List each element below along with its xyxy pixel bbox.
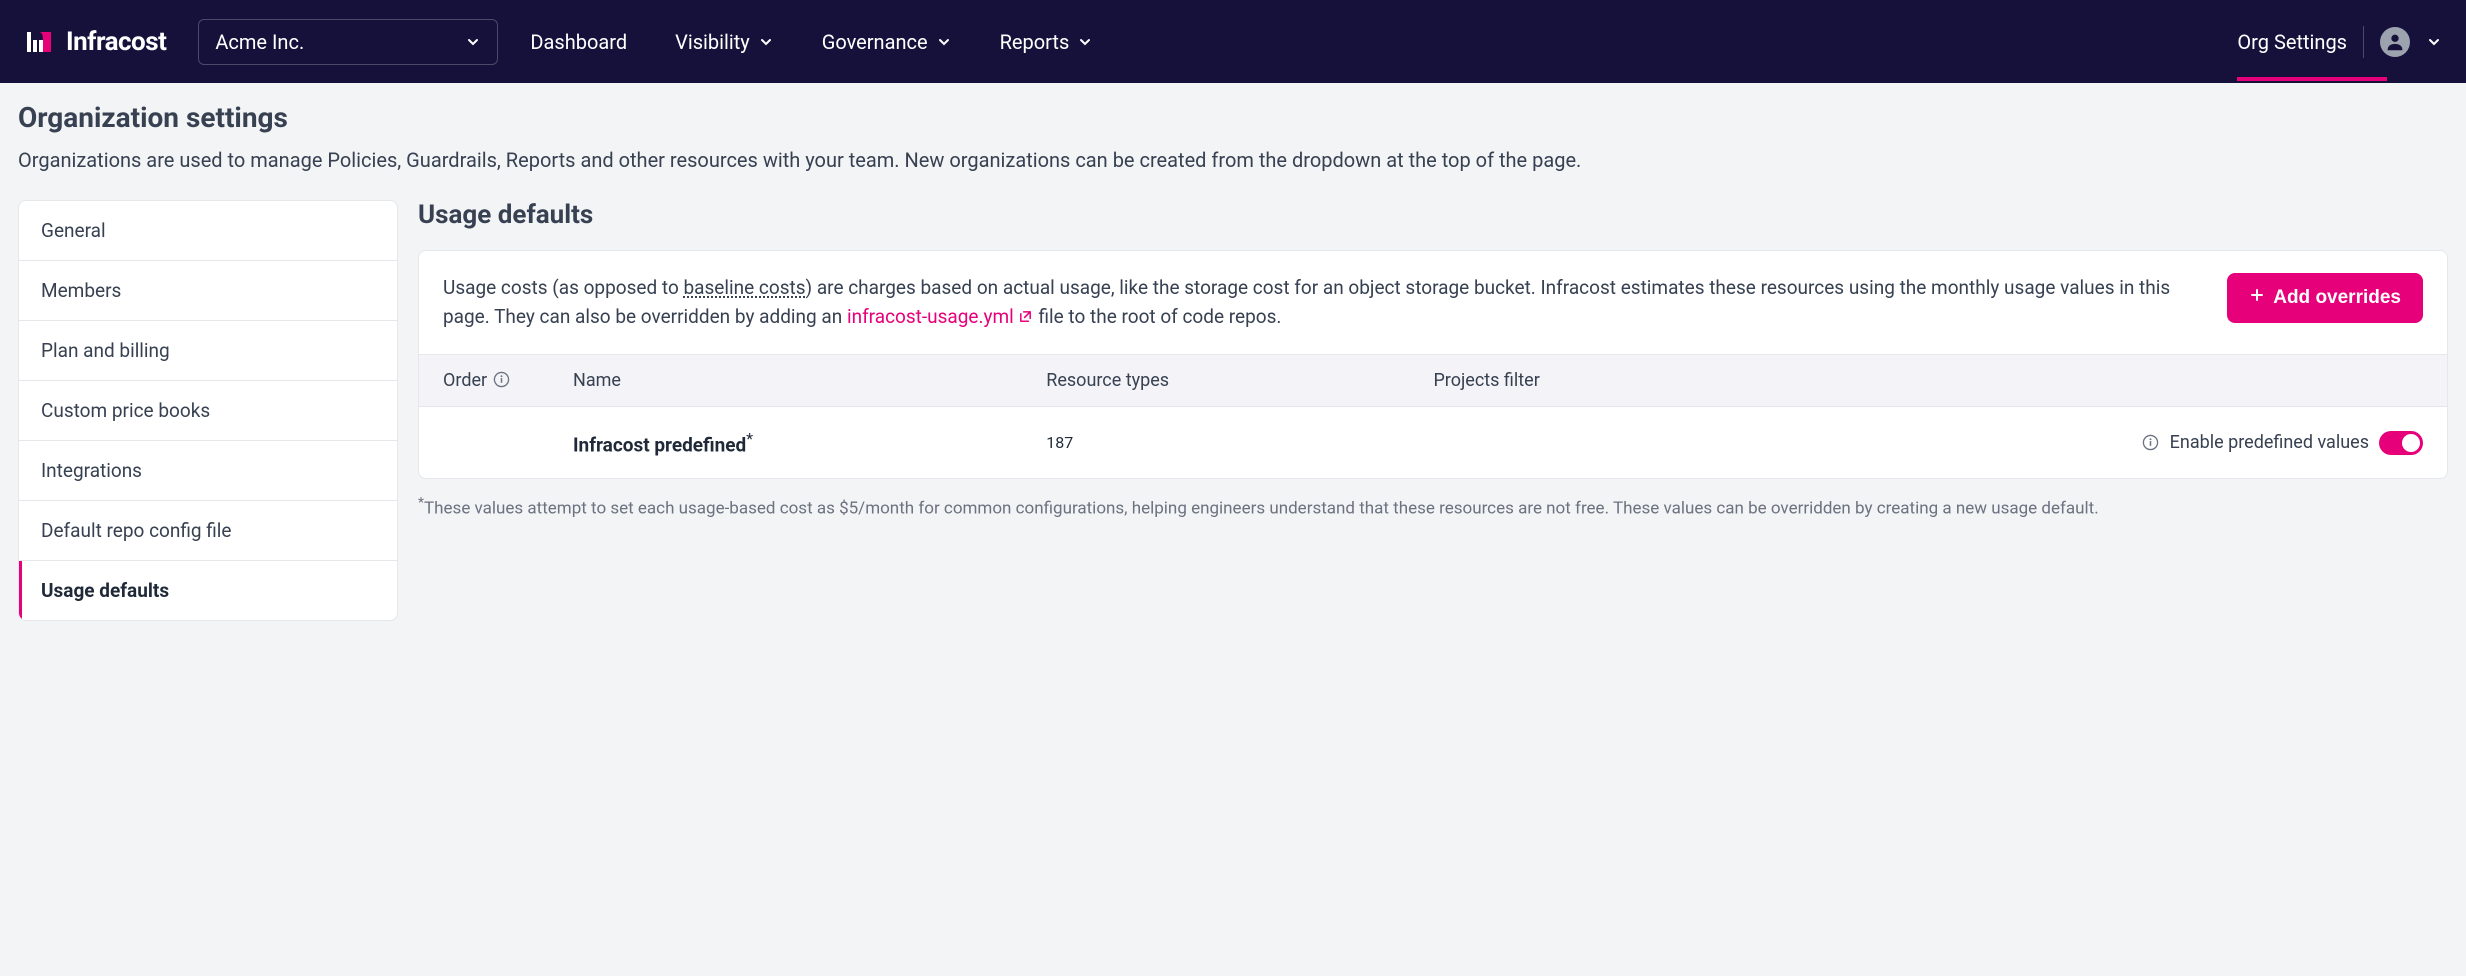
cell-resource-types: 187 — [1046, 433, 1433, 452]
sidebar-item-integrations[interactable]: Integrations — [19, 441, 397, 501]
chevron-down-icon — [465, 34, 481, 50]
chevron-down-icon[interactable] — [2426, 34, 2442, 50]
sidebar-item-default-repo-config[interactable]: Default repo config file — [19, 501, 397, 561]
main-panel: Usage defaults Usage costs (as opposed t… — [418, 200, 2448, 522]
chevron-down-icon — [1077, 34, 1093, 50]
nav-menu: Dashboard Visibility Governance Reports — [530, 30, 2205, 54]
nav-governance[interactable]: Governance — [822, 30, 952, 54]
enable-predefined-label: Enable predefined values — [2170, 432, 2369, 453]
settings-sidebar: General Members Plan and billing Custom … — [18, 200, 398, 621]
card-description: Usage costs (as opposed to baseline cost… — [443, 273, 2203, 332]
cell-name: Infracost predefined* — [573, 429, 1046, 456]
org-selector[interactable]: Acme Inc. — [198, 19, 498, 65]
chevron-down-icon — [936, 34, 952, 50]
person-icon — [2384, 31, 2406, 53]
nav-dashboard[interactable]: Dashboard — [530, 30, 627, 54]
cell-actions: Enable predefined values — [1864, 431, 2423, 455]
page: Organization settings Organizations are … — [0, 83, 2466, 645]
col-header-filter: Projects filter — [1433, 370, 1863, 391]
plus-icon — [2249, 287, 2265, 309]
col-header-types: Resource types — [1046, 370, 1433, 391]
brand-logo-icon — [24, 25, 58, 59]
nav-reports[interactable]: Reports — [1000, 30, 1094, 54]
chevron-down-icon — [758, 34, 774, 50]
footnote: *These values attempt to set each usage-… — [418, 493, 2448, 522]
info-icon[interactable] — [493, 371, 511, 389]
enable-predefined-toggle[interactable] — [2379, 431, 2423, 455]
page-title: Organization settings — [18, 101, 2448, 134]
brand-logo[interactable]: Infracost — [24, 25, 166, 59]
usage-defaults-card: Usage costs (as opposed to baseline cost… — [418, 250, 2448, 479]
navbar: Infracost Acme Inc. Dashboard Visibility… — [0, 0, 2466, 83]
sidebar-item-plan-billing[interactable]: Plan and billing — [19, 321, 397, 381]
nav-org-settings[interactable]: Org Settings — [2237, 30, 2347, 54]
user-avatar[interactable] — [2380, 27, 2410, 57]
col-header-actions — [1864, 370, 2423, 391]
brand-name: Infracost — [66, 27, 166, 57]
nav-visibility[interactable]: Visibility — [675, 30, 774, 54]
sidebar-item-usage-defaults[interactable]: Usage defaults — [19, 561, 397, 620]
col-header-order: Order — [443, 370, 573, 391]
table-header: Order Name Resource types Projects filte… — [419, 354, 2447, 407]
section-title: Usage defaults — [418, 200, 2448, 230]
baseline-costs-term: baseline costs — [684, 276, 806, 299]
sidebar-item-general[interactable]: General — [19, 201, 397, 261]
sidebar-item-members[interactable]: Members — [19, 261, 397, 321]
info-icon[interactable] — [2142, 434, 2160, 452]
sidebar-item-custom-price-books[interactable]: Custom price books — [19, 381, 397, 441]
usage-defaults-table: Order Name Resource types Projects filte… — [419, 354, 2447, 478]
nav-right: Org Settings — [2237, 26, 2442, 58]
col-header-name: Name — [573, 370, 1046, 391]
usage-yml-link[interactable]: infracost-usage.yml — [847, 302, 1034, 331]
table-row: Infracost predefined* 187 Enable predefi… — [419, 407, 2447, 478]
card-header: Usage costs (as opposed to baseline cost… — [419, 251, 2447, 354]
org-selector-value: Acme Inc. — [215, 30, 304, 54]
page-subtitle: Organizations are used to manage Policie… — [18, 148, 2448, 172]
content-row: General Members Plan and billing Custom … — [18, 200, 2448, 621]
add-overrides-button[interactable]: Add overrides — [2227, 273, 2423, 323]
external-link-icon — [1018, 309, 1034, 325]
nav-divider — [2363, 26, 2364, 58]
